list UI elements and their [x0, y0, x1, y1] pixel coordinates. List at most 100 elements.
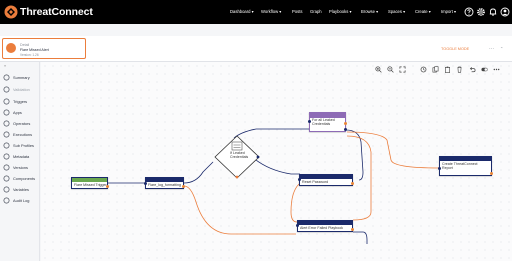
playbook-header: Detail Flare Missed Alert Version: 1.26 … [0, 36, 512, 62]
playbook-canvas[interactable]: Flare Missed Trigger Flare_log_formattin… [41, 62, 512, 261]
node-header [300, 175, 352, 179]
bolt-icon [3, 98, 10, 105]
nav-posts[interactable]: Posts [292, 9, 302, 14]
create-report-node[interactable]: Create ThreatConnect Report [438, 156, 493, 176]
node-header [440, 157, 491, 161]
node-header [72, 178, 107, 182]
playbook-status-toggle[interactable]: TOGGLE MODE [441, 47, 469, 51]
node-label: Flare_log_formatting [148, 183, 181, 187]
diamond-icon [3, 120, 10, 127]
user-icon[interactable] [500, 7, 510, 17]
history-icon [3, 164, 10, 171]
notifications-icon[interactable] [488, 7, 498, 17]
playbook-kind: Detail [20, 43, 30, 47]
nav-playbooks[interactable]: Playbooks ▾ [329, 9, 352, 14]
sidebar-item-label: Apps [13, 110, 22, 115]
alert-error-node[interactable]: Alert Error Failed Playbook [296, 220, 354, 232]
link-icon [3, 142, 10, 149]
nav-browse[interactable]: Browse ▾ [361, 9, 378, 14]
chevron-up-icon[interactable]: ⌃ [500, 46, 503, 51]
loop-port[interactable] [344, 128, 347, 131]
more-options-button[interactable]: ··· [489, 46, 494, 52]
nav-dashboard[interactable]: Dashboard ▾ [230, 9, 254, 14]
clock-icon [3, 131, 10, 138]
variable-icon [3, 186, 10, 193]
sidebar-item-summary[interactable]: Summary [2, 73, 39, 83]
playbook-title-card[interactable]: Detail Flare Missed Alert Version: 1.26 [2, 38, 86, 59]
wire-foreach-to-reset [345, 129, 364, 181]
trigger-node[interactable]: Flare Missed Trigger [71, 177, 109, 189]
foreach-node[interactable]: For all Leaked Credentials [308, 112, 347, 132]
nav-workflow[interactable]: Workflow ▾ [261, 9, 281, 14]
nav-import[interactable]: Import ▾ [441, 9, 456, 14]
input-port[interactable] [298, 178, 301, 181]
app-icon [3, 109, 10, 116]
node-label: Alert Error Failed Playbook [300, 226, 343, 230]
nav-graph[interactable]: Graph [310, 9, 322, 14]
log-formatting-node[interactable]: Flare_log_formatting [144, 177, 185, 189]
wire-log-to-alert [183, 185, 296, 235]
sidebar-item-label: Operators [13, 121, 31, 126]
top-navbar: ThreatConnect Dashboard ▾ Workflow ▾ Pos… [0, 0, 512, 24]
check-icon [3, 86, 10, 93]
sidebar-item-triggers[interactable]: Triggers [2, 97, 39, 107]
wire-log-to-operator [183, 161, 214, 184]
sidebar-item-metadata[interactable]: Metadata [2, 152, 39, 162]
wire-foreach-to-report [346, 131, 440, 169]
sidebar-item-label: Variables [13, 187, 29, 192]
list-icon [3, 197, 10, 204]
sidebar-item-sub-profiles[interactable]: Sub Profiles [2, 141, 39, 151]
input-port[interactable] [438, 167, 441, 170]
output-port[interactable] [351, 228, 354, 231]
sidebar-item-label: Summary [13, 75, 30, 80]
input-port[interactable] [308, 120, 311, 123]
sidebar-item-operators[interactable]: Operators [2, 119, 39, 129]
sidebar-item-label: Validation [13, 87, 30, 92]
playbook-sidebar: « Summary Validation Triggers Apps Operators… [0, 62, 40, 261]
playbook-badge-icon [6, 43, 16, 53]
node-header [298, 221, 352, 225]
help-icon[interactable] [464, 7, 474, 17]
output-port[interactable] [490, 172, 493, 175]
sidebar-item-label: Sub Profiles [13, 143, 34, 148]
info-icon [3, 74, 10, 81]
nav-create[interactable]: Create ▾ [415, 9, 431, 14]
wire-reset-to-alert [290, 183, 300, 223]
output-port[interactable] [344, 122, 347, 125]
wire-alert-loop [353, 231, 368, 244]
sidebar-item-components[interactable]: Components [2, 174, 39, 184]
tag-icon [3, 153, 10, 160]
output-port[interactable] [182, 185, 185, 188]
sidebar-item-executions[interactable]: Executions [2, 130, 39, 140]
sidebar-item-apps[interactable]: Apps [2, 108, 39, 118]
nav-spaces[interactable]: Spaces ▾ [388, 9, 405, 14]
input-port[interactable] [296, 224, 299, 227]
output-port[interactable] [351, 182, 354, 185]
sidebar-item-label: Versions [13, 165, 28, 170]
sidebar-item-label: Components [13, 176, 36, 181]
threatconnect-logo-icon[interactable] [4, 5, 18, 19]
reset-password-node[interactable]: Reset Password [298, 174, 354, 186]
output-port[interactable] [106, 185, 109, 188]
node-label: For all Leaked Credentials [312, 118, 335, 127]
playbook-version: Version: 1.26 [20, 53, 39, 57]
node-label: Flare Missed Trigger [74, 183, 107, 187]
operator-label: If Leaked Credentials [230, 151, 249, 160]
playbook-title: Flare Missed Alert [20, 48, 49, 52]
component-icon [3, 175, 10, 182]
settings-icon[interactable] [476, 7, 486, 17]
brand-name[interactable]: ThreatConnect [20, 6, 93, 18]
input-port[interactable] [144, 182, 147, 185]
sidebar-item-audit-log[interactable]: Audit Log [2, 196, 39, 206]
sidebar-item-label: Executions [13, 132, 33, 137]
sidebar-item-label: Triggers [13, 99, 28, 104]
chevrons-left-icon[interactable]: « [4, 63, 6, 68]
sidebar-item-label: Audit Log [13, 198, 30, 203]
sidebar-item-validation[interactable]: Validation [2, 85, 39, 95]
sidebar-item-variables[interactable]: Variables [2, 185, 39, 195]
node-header [146, 178, 183, 182]
node-label: Create ThreatConnect Report [442, 162, 478, 171]
sidebar-item-versions[interactable]: Versions [2, 163, 39, 173]
sidebar-item-label: Metadata [13, 154, 30, 159]
node-label: Reset Password [302, 180, 329, 184]
